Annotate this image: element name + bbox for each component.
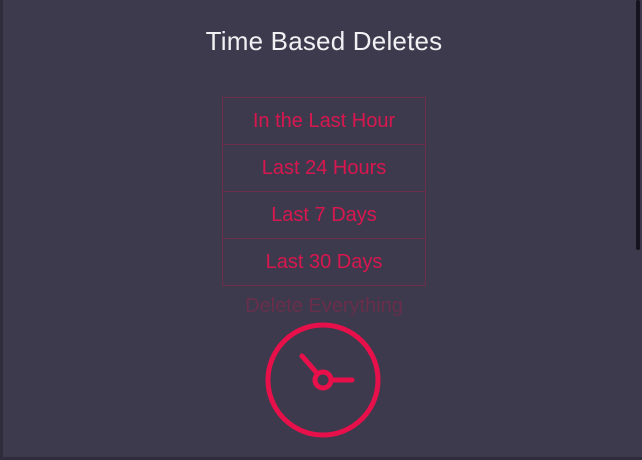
menu-item-last-7-days[interactable]: Last 7 Days	[222, 191, 426, 239]
menu-item-last-30-days[interactable]: Last 30 Days	[222, 238, 426, 286]
app-window: Time Based Deletes In the Last Hour Last…	[0, 0, 642, 460]
menu-item-delete-everything[interactable]: Delete Everything	[222, 285, 426, 325]
time-range-menu: In the Last Hour Last 24 Hours Last 7 Da…	[222, 97, 426, 325]
clock-button[interactable]	[264, 322, 384, 442]
menu-item-last-hour[interactable]: In the Last Hour	[222, 97, 426, 145]
clock-icon	[265, 322, 381, 438]
menu-item-last-24-hours[interactable]: Last 24 Hours	[222, 144, 426, 192]
page-title: Time Based Deletes	[205, 26, 443, 56]
window-left-edge	[0, 0, 3, 460]
